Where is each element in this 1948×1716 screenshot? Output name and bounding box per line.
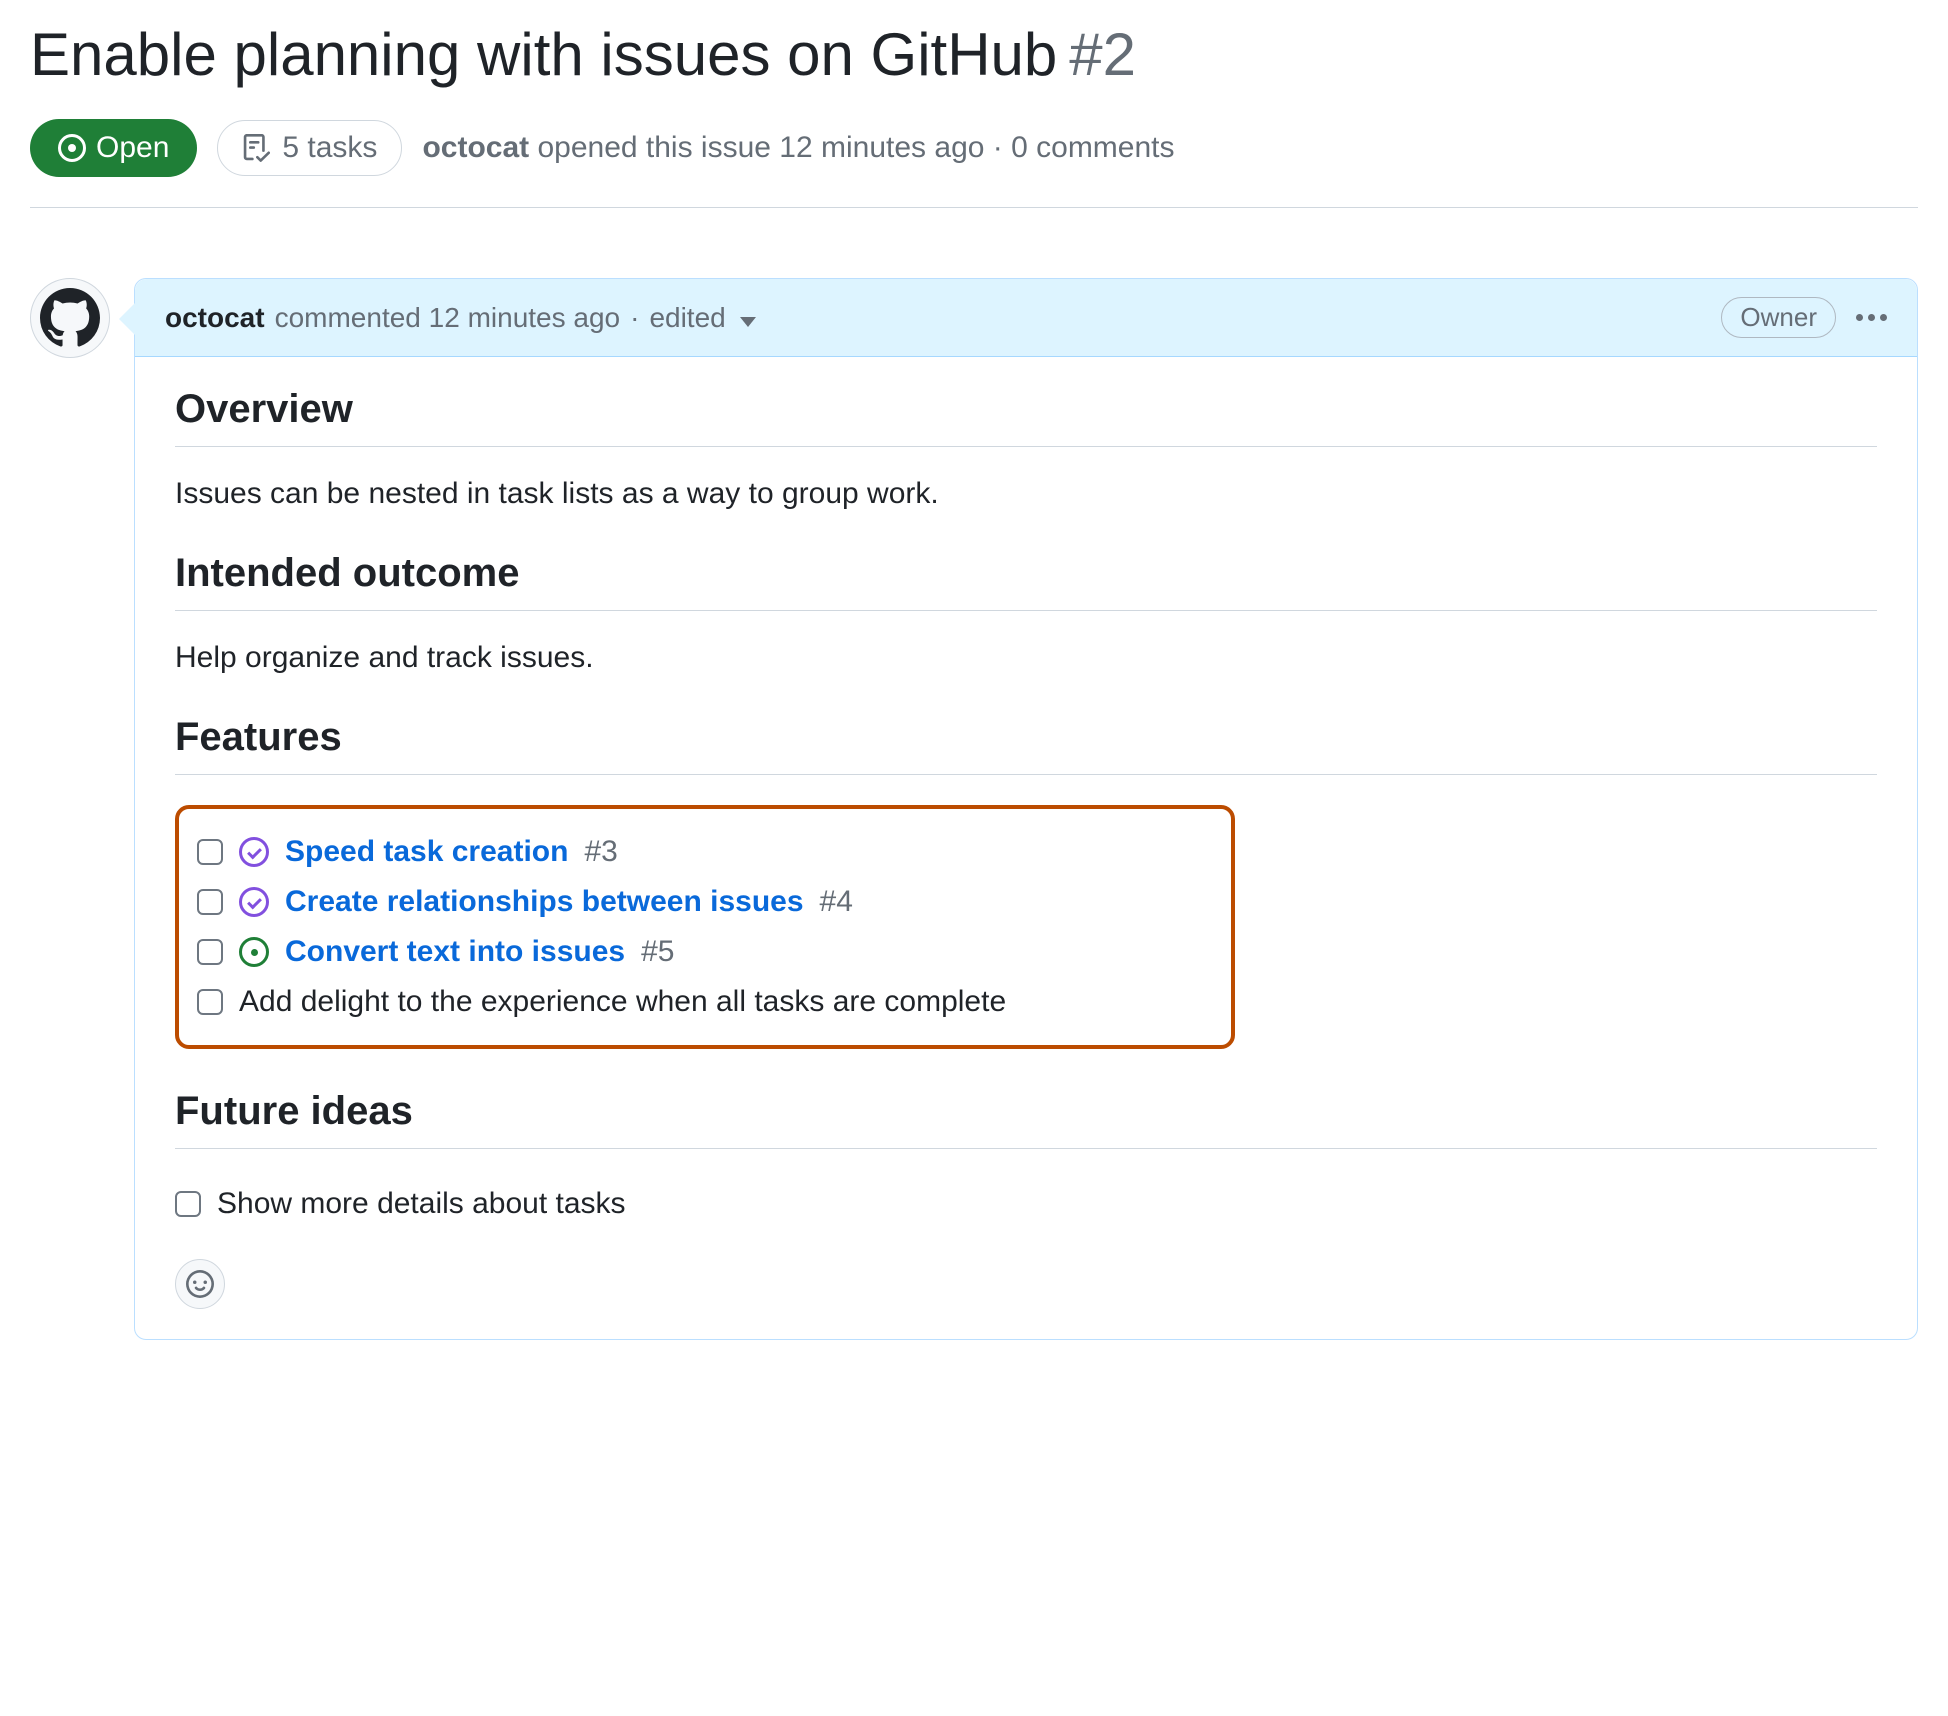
comment-header-right: Owner bbox=[1721, 297, 1887, 338]
issue-state-label: Open bbox=[96, 131, 169, 165]
checklist-icon bbox=[242, 134, 270, 162]
task-link[interactable]: Speed task creation bbox=[285, 835, 568, 869]
task-ref: #4 bbox=[820, 885, 853, 919]
task-text: Add delight to the experience when all t… bbox=[239, 985, 1006, 1019]
task-item: Add delight to the experience when all t… bbox=[197, 977, 1213, 1027]
issue-meta-row: Open 5 tasks octocat opened this issue 1… bbox=[30, 119, 1918, 208]
issue-title-row: Enable planning with issues on GitHub #2 bbox=[30, 20, 1918, 89]
task-checkbox[interactable] bbox=[197, 839, 223, 865]
issue-author[interactable]: octocat bbox=[422, 131, 529, 164]
issue-title: Enable planning with issues on GitHub bbox=[30, 20, 1057, 89]
comment-author[interactable]: octocat bbox=[165, 302, 265, 334]
edited-label: edited bbox=[649, 302, 725, 333]
task-checkbox[interactable] bbox=[197, 989, 223, 1015]
task-link[interactable]: Convert text into issues bbox=[285, 935, 625, 969]
issue-opened-text: opened this issue 12 minutes ago bbox=[537, 131, 984, 164]
kebab-menu[interactable] bbox=[1856, 314, 1887, 321]
future-task-list: Show more details about tasks bbox=[175, 1179, 1877, 1229]
issue-closed-icon bbox=[239, 837, 269, 867]
features-heading: Features bbox=[175, 715, 1877, 775]
add-reaction-button[interactable] bbox=[175, 1259, 225, 1309]
tasks-count-pill[interactable]: 5 tasks bbox=[217, 120, 402, 176]
issue-comments-count: 0 comments bbox=[1011, 131, 1174, 164]
task-item: Create relationships between issues #4 bbox=[197, 877, 1213, 927]
task-ref: #3 bbox=[584, 835, 617, 869]
issue-header: Enable planning with issues on GitHub #2… bbox=[30, 20, 1918, 208]
issue-closed-icon bbox=[239, 887, 269, 917]
edited-dropdown[interactable]: edited bbox=[649, 302, 755, 334]
issue-open-icon bbox=[58, 134, 86, 162]
comment-header: octocat commented 12 minutes ago · edite… bbox=[135, 279, 1917, 357]
timeline: octocat commented 12 minutes ago · edite… bbox=[30, 278, 1918, 1340]
issue-state-badge: Open bbox=[30, 119, 197, 177]
chevron-down-icon bbox=[740, 317, 756, 327]
avatar[interactable] bbox=[30, 278, 110, 358]
smiley-icon bbox=[186, 1270, 214, 1298]
outcome-text: Help organize and track issues. bbox=[175, 641, 1877, 675]
comment-timestamp[interactable]: commented 12 minutes ago bbox=[275, 302, 621, 334]
outcome-heading: Intended outcome bbox=[175, 551, 1877, 611]
task-link[interactable]: Create relationships between issues bbox=[285, 885, 804, 919]
issue-number: #2 bbox=[1069, 20, 1136, 89]
comment-body: Overview Issues can be nested in task li… bbox=[135, 357, 1917, 1339]
task-ref: #5 bbox=[641, 935, 674, 969]
task-text: Show more details about tasks bbox=[217, 1187, 626, 1221]
task-checkbox[interactable] bbox=[197, 889, 223, 915]
task-checkbox[interactable] bbox=[175, 1191, 201, 1217]
octocat-icon bbox=[40, 288, 100, 348]
comment-header-left: octocat commented 12 minutes ago · edite… bbox=[165, 302, 756, 334]
role-badge: Owner bbox=[1721, 297, 1836, 338]
future-heading: Future ideas bbox=[175, 1089, 1877, 1149]
tasks-count-label: 5 tasks bbox=[282, 131, 377, 165]
task-item: Speed task creation #3 bbox=[197, 827, 1213, 877]
overview-text: Issues can be nested in task lists as a … bbox=[175, 477, 1877, 511]
task-item: Show more details about tasks bbox=[175, 1179, 1877, 1229]
task-checkbox[interactable] bbox=[197, 939, 223, 965]
overview-heading: Overview bbox=[175, 387, 1877, 447]
task-item: Convert text into issues #5 bbox=[197, 927, 1213, 977]
meta-separator: · bbox=[630, 302, 639, 334]
features-task-list: Speed task creation #3Create relationshi… bbox=[175, 805, 1235, 1049]
comment-box: octocat commented 12 minutes ago · edite… bbox=[134, 278, 1918, 1340]
issue-meta-text: octocat opened this issue 12 minutes ago… bbox=[422, 131, 1174, 165]
issue-open-icon bbox=[239, 937, 269, 967]
